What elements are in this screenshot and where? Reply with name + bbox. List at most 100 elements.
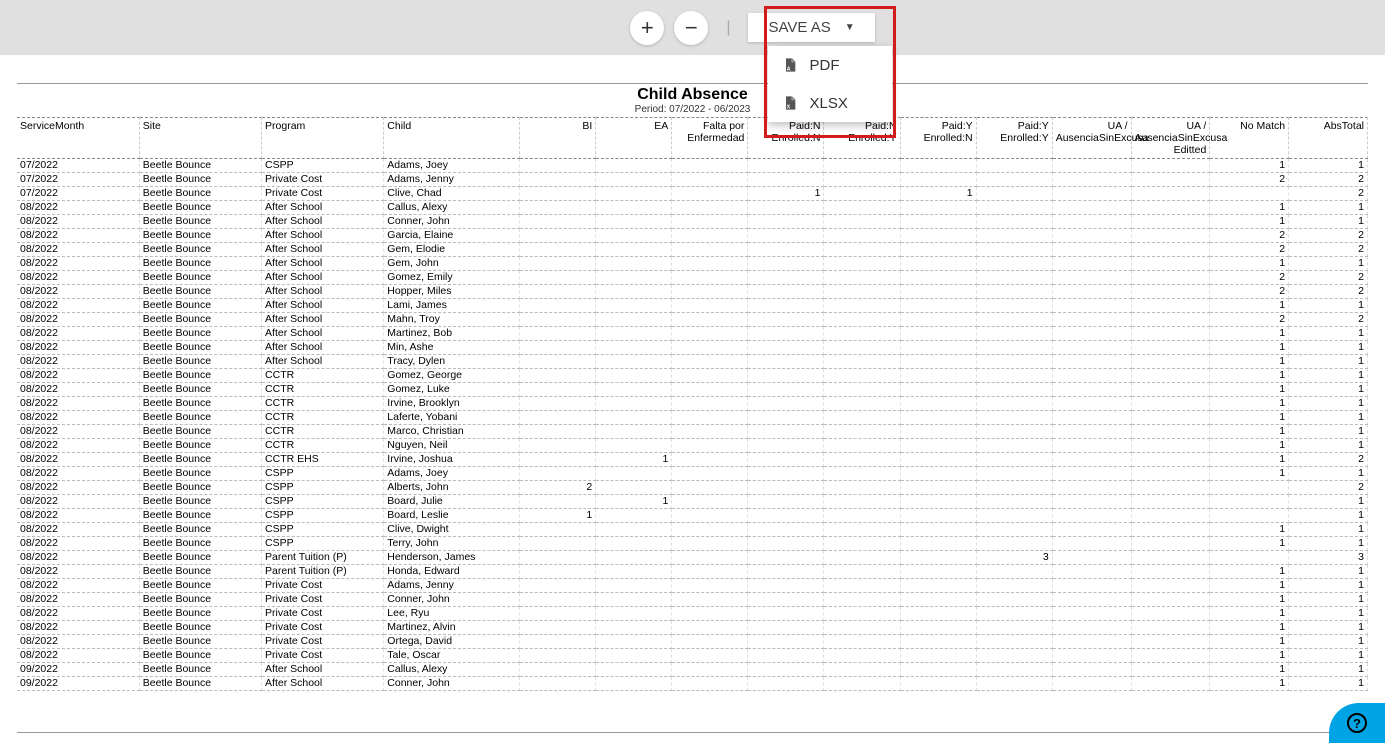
table-cell: Gomez, Emily [384,271,520,285]
save-as-dropdown: A PDF X XLSX [768,46,892,122]
table-cell [900,565,976,579]
table-cell [900,257,976,271]
dropdown-item-pdf[interactable]: A PDF [768,46,892,84]
toolbar-separator: | [726,19,730,37]
table-cell: After School [262,243,384,257]
table-cell [520,411,596,425]
col-header: BI [520,118,596,159]
table-cell [748,649,824,663]
table-cell [1052,369,1131,383]
table-cell [824,327,900,341]
table-cell [520,327,596,341]
table-cell [976,593,1052,607]
table-cell [900,299,976,313]
zoom-out-button[interactable]: − [674,11,708,45]
table-cell [976,635,1052,649]
table-cell [748,257,824,271]
zoom-in-button[interactable]: + [630,11,664,45]
table-cell: 1 [1289,215,1368,229]
table-cell [596,677,672,691]
table-cell: Mahn, Troy [384,313,520,327]
table-cell [1131,439,1210,453]
table-cell: 1 [596,495,672,509]
table-cell [748,355,824,369]
table-cell: Callus, Alexy [384,663,520,677]
table-cell [1131,677,1210,691]
table-cell [672,243,748,257]
table-cell: CCTR [262,411,384,425]
table-cell: 1 [1210,621,1289,635]
table-cell [900,453,976,467]
table-cell [900,313,976,327]
table-cell: CCTR [262,397,384,411]
table-cell [596,509,672,523]
table-cell: Terry, John [384,537,520,551]
table-cell [672,411,748,425]
table-cell: 08/2022 [17,257,139,271]
table-cell [1131,663,1210,677]
table-cell [976,495,1052,509]
save-as-button[interactable]: SAVE AS ▼ [748,13,874,42]
save-as-label: SAVE AS [768,19,830,36]
table-cell: 1 [1289,677,1368,691]
table-cell [1052,187,1131,201]
table-cell: After School [262,257,384,271]
table-cell [824,411,900,425]
table-cell [748,201,824,215]
table-cell [1131,285,1210,299]
table-cell [748,299,824,313]
table-cell: 1 [1210,579,1289,593]
table-cell: Beetle Bounce [139,271,261,285]
table-cell: 1 [1289,523,1368,537]
table-cell: Beetle Bounce [139,173,261,187]
table-cell: 08/2022 [17,593,139,607]
table-cell: 08/2022 [17,551,139,565]
table-row: 08/2022Beetle BounceAfter SchoolMahn, Tr… [17,313,1368,327]
table-cell [520,607,596,621]
table-cell: After School [262,299,384,313]
table-cell [976,355,1052,369]
table-cell: 1 [1210,257,1289,271]
table-cell [1052,285,1131,299]
table-cell [672,369,748,383]
table-cell: 09/2022 [17,663,139,677]
table-cell [748,551,824,565]
table-cell: 1 [1289,201,1368,215]
table-cell [520,271,596,285]
table-cell: Gomez, George [384,369,520,383]
table-cell [520,565,596,579]
table-cell [748,537,824,551]
table-cell [976,579,1052,593]
table-cell: 1 [1210,453,1289,467]
table-cell: 1 [1210,383,1289,397]
table-cell [824,481,900,495]
table-cell [976,425,1052,439]
table-cell: 08/2022 [17,453,139,467]
table-cell [520,313,596,327]
table-cell [520,663,596,677]
table-row: 08/2022Beetle BounceAfter SchoolMartinez… [17,327,1368,341]
table-cell: Beetle Bounce [139,215,261,229]
table-cell [672,677,748,691]
table-cell: 08/2022 [17,537,139,551]
table-cell: 1 [1210,425,1289,439]
table-cell: 2 [1289,453,1368,467]
table-cell [976,439,1052,453]
table-cell: 1 [1210,159,1289,173]
table-cell [672,285,748,299]
table-cell [1131,257,1210,271]
table-row: 08/2022Beetle BounceParent Tuition (P)He… [17,551,1368,565]
table-cell [900,397,976,411]
svg-text:A: A [786,66,790,72]
table-cell: 1 [1289,439,1368,453]
table-cell: 1 [1210,663,1289,677]
dropdown-item-xlsx[interactable]: X XLSX [768,84,892,122]
table-cell [824,635,900,649]
table-cell [976,565,1052,579]
table-cell: CCTR [262,383,384,397]
table-cell [900,355,976,369]
table-cell [1131,649,1210,663]
table-cell [1131,621,1210,635]
table-cell [520,299,596,313]
table-cell [900,271,976,285]
